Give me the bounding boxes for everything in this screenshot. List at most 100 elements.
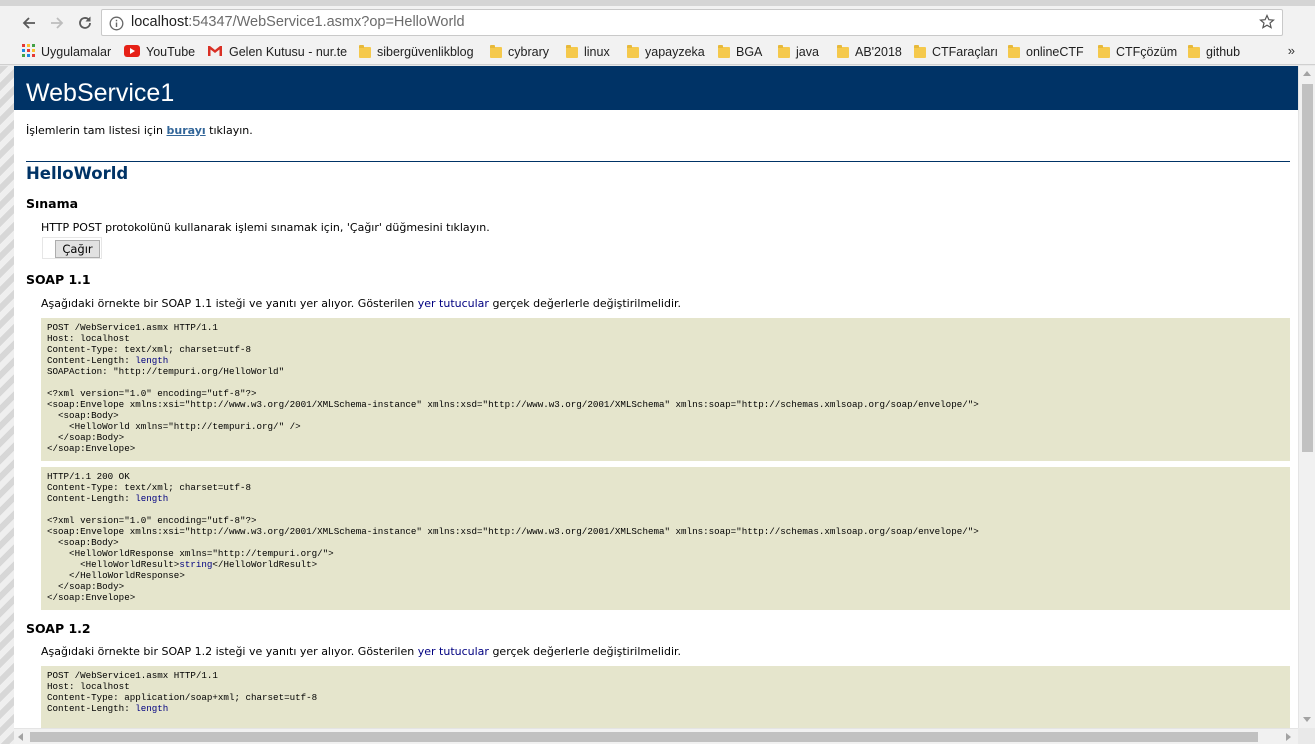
intro-text: İşlemlerin tam listesi için burayı tıkla… bbox=[26, 124, 253, 137]
background-window-edge bbox=[0, 66, 14, 744]
folder-icon bbox=[566, 44, 578, 58]
scroll-right-arrow-icon[interactable] bbox=[1286, 733, 1291, 741]
folder-icon bbox=[1188, 44, 1200, 58]
folder-icon bbox=[490, 44, 502, 58]
info-icon[interactable] bbox=[109, 15, 124, 40]
bookmark-folder-sibergüvenlikblog[interactable]: sibergüvenlikblog bbox=[359, 43, 474, 61]
folder-icon bbox=[718, 44, 730, 58]
browser-toolbar: localhost:54347/WebService1.asmx?op=Hell… bbox=[0, 6, 1315, 39]
code-line: Content-Length: length bbox=[47, 703, 1290, 714]
bookmark-apps[interactable]: Uygulamalar bbox=[22, 43, 111, 61]
bookmark-label: AB'2018 bbox=[855, 45, 902, 59]
test-heading: Sınama bbox=[26, 196, 79, 211]
url-host: localhost bbox=[131, 14, 189, 30]
bookmark-label: YouTube bbox=[146, 45, 196, 59]
bookmark-label: Uygulamalar bbox=[41, 45, 112, 59]
code-text: </soap:Body> bbox=[47, 581, 125, 592]
code-line: POST /WebService1.asmx HTTP/1.1 bbox=[47, 670, 1290, 681]
code-line: <soap:Envelope xmlns:xsi="http://www.w3.… bbox=[47, 526, 1290, 537]
code-text: Host: localhost bbox=[47, 333, 130, 344]
code-line: <HelloWorld xmlns="http://tempuri.org/" … bbox=[47, 421, 1290, 432]
code-text: Content-Type: text/xml; charset=utf-8 bbox=[47, 344, 251, 355]
folder-icon bbox=[1008, 44, 1020, 58]
code-line: <soap:Body> bbox=[47, 410, 1290, 421]
code-text: </soap:Body> bbox=[47, 432, 125, 443]
bookmark-folder-java[interactable]: java bbox=[778, 43, 819, 61]
folder-icon bbox=[359, 44, 371, 58]
code-text: Content-Length: bbox=[47, 355, 136, 366]
bookmark-folder-ab2018[interactable]: AB'2018 bbox=[837, 43, 902, 61]
operation-title: HelloWorld bbox=[26, 164, 129, 183]
code-line: Content-Type: application/soap+xml; char… bbox=[47, 692, 1290, 703]
bookmark-label: yapayzeka bbox=[645, 45, 705, 59]
code-text: <soap:Body> bbox=[47, 537, 119, 548]
scroll-left-arrow-icon[interactable] bbox=[18, 733, 23, 741]
placeholder-value: length bbox=[135, 493, 169, 504]
bookmark-folder-onlinectf[interactable]: onlineCTF bbox=[1008, 43, 1084, 61]
folder-icon bbox=[778, 44, 790, 58]
code-text: </HelloWorldResponse> bbox=[47, 570, 185, 581]
scroll-down-arrow-icon[interactable] bbox=[1303, 717, 1311, 722]
more-bookmarks-chevron-icon[interactable]: » bbox=[1288, 43, 1295, 58]
back-button[interactable] bbox=[18, 12, 40, 34]
vertical-scroll-thumb[interactable] bbox=[1302, 84, 1313, 452]
code-line: <soap:Envelope xmlns:xsi="http://www.w3.… bbox=[47, 399, 1290, 410]
reload-icon bbox=[79, 16, 91, 29]
soap11-text-before: Aşağıdaki örnekte bir SOAP 1.1 isteği ve… bbox=[41, 297, 418, 310]
page-viewport: WebService1 İşlemlerin tam listesi için … bbox=[14, 66, 1298, 728]
invoke-button[interactable]: Çağır bbox=[55, 240, 100, 258]
placeholder-term: yer tutucular bbox=[417, 645, 489, 658]
code-text: Host: localhost bbox=[47, 681, 130, 692]
gmail-icon bbox=[207, 45, 223, 60]
code-line: <HelloWorldResult>string</HelloWorldResu… bbox=[47, 559, 1290, 570]
bookmark-gmail[interactable]: Gelen Kutusu - nur.te bbox=[207, 43, 347, 61]
soap11-response-code: HTTP/1.1 200 OK Content-Type: text/xml; c… bbox=[41, 467, 1290, 610]
bookmark-label: github bbox=[1206, 45, 1241, 59]
bookmark-folder-yapayzeka[interactable]: yapayzeka bbox=[627, 43, 705, 61]
code-text: <soap:Body> bbox=[47, 410, 119, 421]
horizontal-scrollbar[interactable] bbox=[14, 728, 1298, 744]
operations-list-link[interactable]: burayı bbox=[167, 124, 206, 137]
soap11-request-code: POST /WebService1.asmx HTTP/1.1 Host: loc… bbox=[41, 318, 1290, 461]
folder-icon bbox=[914, 44, 926, 58]
code-text: HTTP/1.1 200 OK bbox=[47, 471, 130, 482]
placeholder-term: yer tutucular bbox=[417, 297, 489, 310]
code-text: Content-Length: bbox=[47, 703, 136, 714]
forward-button[interactable] bbox=[46, 12, 68, 34]
code-text: <?xml version="1.0" encoding="utf-8"?> bbox=[47, 515, 257, 526]
code-line: SOAPAction: "http://tempuri.org/HelloWor… bbox=[47, 366, 1290, 377]
bookmark-folder-cybrary[interactable]: cybrary bbox=[490, 43, 549, 61]
bookmark-folder-ctfcozum[interactable]: CTFçözüm bbox=[1098, 43, 1177, 61]
code-line: <soap:Body> bbox=[47, 537, 1290, 548]
horizontal-scroll-thumb[interactable] bbox=[30, 732, 1258, 742]
vertical-scrollbar[interactable] bbox=[1298, 66, 1315, 728]
back-arrow-icon bbox=[22, 17, 35, 29]
bookmark-youtube[interactable]: YouTube bbox=[124, 43, 195, 61]
bookmark-label: java bbox=[796, 45, 819, 59]
bookmark-folder-linux[interactable]: linux bbox=[566, 43, 610, 61]
soap11-description: Aşağıdaki örnekte bir SOAP 1.1 isteği ve… bbox=[41, 297, 681, 310]
forward-arrow-icon bbox=[51, 17, 64, 29]
bookmark-star-icon[interactable] bbox=[1259, 14, 1275, 39]
code-text: <HelloWorld xmlns="http://tempuri.org/" … bbox=[47, 421, 301, 432]
scroll-up-arrow-icon[interactable] bbox=[1303, 71, 1311, 76]
reload-button[interactable] bbox=[74, 12, 96, 34]
bookmark-folder-bga[interactable]: BGA bbox=[718, 43, 762, 61]
folder-icon bbox=[837, 44, 849, 58]
code-text: <soap:Envelope xmlns:xsi="http://www.w3.… bbox=[47, 399, 979, 410]
code-line: POST /WebService1.asmx HTTP/1.1 bbox=[47, 322, 1290, 333]
youtube-icon bbox=[124, 44, 140, 60]
page-title: WebService1 bbox=[14, 66, 1298, 110]
bookmark-label: Gelen Kutusu - nur.te bbox=[229, 45, 348, 59]
code-line: <?xml version="1.0" encoding="utf-8"?> bbox=[47, 515, 1290, 526]
bookmark-folder-ctfaraclari[interactable]: CTFaraçları bbox=[914, 43, 998, 61]
bookmark-folder-github[interactable]: github bbox=[1188, 43, 1240, 61]
code-line: Content-Type: text/xml; charset=utf-8 bbox=[47, 344, 1290, 355]
code-line: HTTP/1.1 200 OK bbox=[47, 471, 1290, 482]
placeholder-value: length bbox=[135, 703, 169, 714]
address-bar[interactable]: localhost:54347/WebService1.asmx?op=Hell… bbox=[101, 9, 1283, 36]
placeholder-value: length bbox=[135, 355, 169, 366]
test-description: HTTP POST protokolünü kullanarak işlemi … bbox=[41, 221, 490, 234]
folder-icon bbox=[1098, 44, 1110, 58]
